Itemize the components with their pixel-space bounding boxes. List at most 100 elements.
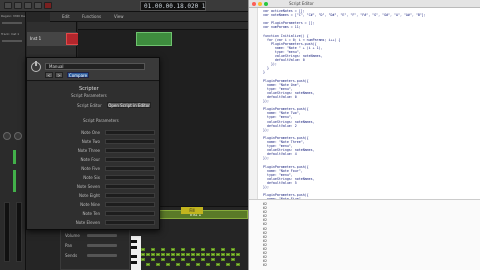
send-slider[interactable] — [87, 254, 117, 257]
midi-note[interactable] — [141, 258, 145, 261]
midi-note[interactable] — [151, 253, 155, 256]
parameter-value-menu[interactable] — [105, 211, 155, 216]
midi-note[interactable] — [231, 253, 235, 256]
midi-note-grid[interactable] — [141, 248, 248, 270]
inspector-divider — [2, 22, 22, 24]
code-editor[interactable]: var activeNotes = []; var noteNames = ["… — [263, 9, 479, 199]
close-icon[interactable] — [252, 2, 256, 6]
midi-note[interactable] — [206, 253, 210, 256]
parameter-value-menu[interactable] — [105, 148, 155, 153]
midi-note[interactable] — [221, 253, 225, 256]
midi-note[interactable] — [231, 248, 235, 251]
midi-note[interactable] — [141, 248, 145, 251]
midi-note[interactable] — [171, 258, 175, 261]
midi-note[interactable] — [201, 258, 205, 261]
volume-slider[interactable] — [87, 234, 117, 237]
parameter-value-menu[interactable] — [105, 166, 155, 171]
midi-note[interactable] — [211, 253, 215, 256]
black-key[interactable] — [131, 255, 137, 258]
midi-note[interactable] — [186, 263, 190, 266]
midi-note[interactable] — [171, 248, 175, 251]
prev-preset-button[interactable]: < — [45, 72, 53, 78]
midi-note[interactable] — [181, 253, 185, 256]
midi-region[interactable] — [136, 32, 172, 46]
rewind-button[interactable] — [4, 2, 12, 9]
pan-knob[interactable] — [14, 132, 22, 140]
midi-note[interactable] — [206, 263, 210, 266]
power-icon[interactable] — [31, 61, 41, 72]
volume-fader[interactable] — [16, 202, 22, 262]
pan-slider[interactable] — [87, 244, 117, 247]
midi-note[interactable] — [196, 263, 200, 266]
menu-view[interactable]: View — [112, 13, 126, 20]
midi-note[interactable] — [211, 248, 215, 251]
parameter-value-menu[interactable] — [105, 157, 155, 162]
record-button[interactable] — [44, 2, 52, 9]
midi-note[interactable] — [191, 248, 195, 251]
preset-menu[interactable]: Manual — [45, 63, 145, 70]
parameter-row: Note Three — [27, 146, 159, 155]
midi-note[interactable] — [236, 263, 240, 266]
open-script-button[interactable]: Open Script in Editor — [107, 102, 151, 108]
midi-note[interactable] — [156, 253, 160, 256]
midi-note[interactable] — [191, 253, 195, 256]
midi-note[interactable] — [196, 253, 200, 256]
next-preset-button[interactable]: > — [55, 72, 63, 78]
black-key[interactable] — [131, 240, 137, 243]
midi-note[interactable] — [166, 263, 170, 266]
pan-knob[interactable] — [3, 132, 11, 140]
midi-note[interactable] — [146, 263, 150, 266]
midi-note[interactable] — [176, 253, 180, 256]
midi-note[interactable] — [146, 253, 150, 256]
parameter-label: Note Nine — [80, 202, 100, 207]
menu-functions[interactable]: Functions — [80, 13, 103, 20]
midi-note[interactable] — [186, 253, 190, 256]
stop-button[interactable] — [24, 2, 32, 9]
midi-note[interactable] — [151, 248, 155, 251]
parameter-value-menu[interactable] — [105, 175, 155, 180]
timeline-ruler[interactable] — [78, 22, 248, 30]
black-key[interactable] — [131, 261, 137, 264]
zoom-icon[interactable] — [264, 2, 268, 6]
parameter-value-menu[interactable] — [105, 130, 155, 135]
midi-note[interactable] — [226, 253, 230, 256]
parameter-value-menu[interactable] — [105, 220, 155, 225]
midi-note[interactable] — [201, 248, 205, 251]
midi-note[interactable] — [181, 248, 185, 251]
midi-note[interactable] — [226, 263, 230, 266]
compare-button[interactable]: Compare — [67, 72, 89, 78]
midi-note[interactable] — [191, 258, 195, 261]
black-key[interactable] — [131, 246, 137, 249]
menu-edit[interactable]: Edit — [60, 13, 72, 20]
midi-note[interactable] — [141, 253, 145, 256]
midi-note[interactable] — [221, 248, 225, 251]
parameter-value-menu[interactable] — [105, 184, 155, 189]
midi-note[interactable] — [161, 248, 165, 251]
parameter-value-menu[interactable] — [105, 202, 155, 207]
midi-note[interactable] — [181, 258, 185, 261]
fill-region[interactable]: Fill — [181, 207, 203, 214]
parameter-row: Note Eight — [27, 191, 159, 200]
parameter-value-menu[interactable] — [105, 139, 155, 144]
midi-note[interactable] — [231, 258, 235, 261]
midi-note[interactable] — [216, 263, 220, 266]
midi-note[interactable] — [236, 253, 240, 256]
midi-note[interactable] — [156, 263, 160, 266]
forward-button[interactable] — [14, 2, 22, 9]
inspector-divider — [2, 40, 22, 42]
midi-note[interactable] — [161, 258, 165, 261]
script-editor-label: Script Editor — [77, 103, 102, 108]
midi-note[interactable] — [161, 253, 165, 256]
volume-fader[interactable] — [4, 202, 10, 262]
midi-note[interactable] — [176, 263, 180, 266]
midi-note[interactable] — [211, 258, 215, 261]
midi-note[interactable] — [171, 253, 175, 256]
play-button[interactable] — [34, 2, 42, 9]
minimize-icon[interactable] — [258, 2, 262, 6]
midi-note[interactable] — [201, 253, 205, 256]
parameter-value-menu[interactable] — [105, 193, 155, 198]
midi-note[interactable] — [221, 258, 225, 261]
midi-note[interactable] — [216, 253, 220, 256]
midi-note[interactable] — [151, 258, 155, 261]
midi-note[interactable] — [166, 253, 170, 256]
